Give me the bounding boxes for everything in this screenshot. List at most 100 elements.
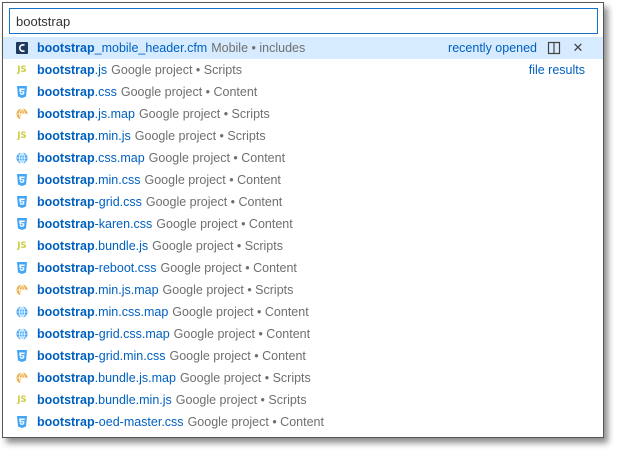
result-row[interactable]: bootstrap.css Google project • Content <box>3 81 603 103</box>
result-row[interactable]: JS bootstrap.js Google project • Scripts fi… <box>3 59 603 81</box>
match-highlight: bootstrap <box>37 41 95 55</box>
result-row[interactable]: bootstrap-oed-master.css Google project •… <box>3 411 603 433</box>
match-highlight: bootstrap <box>37 415 95 429</box>
file-name-rest: .js.map <box>94 107 135 121</box>
file-name-rest: -oed-master.css <box>94 415 184 429</box>
coldfusion-icon <box>16 42 28 54</box>
result-label: bootstrap.js.map Google project • Scripts <box>37 103 270 125</box>
result-label: bootstrap-grid.css.map Google project • C… <box>37 323 310 345</box>
result-list: bootstrap_mobile_header.cfm Mobile • incl… <box>3 37 603 433</box>
file-description: Google project • Scripts <box>111 63 242 77</box>
result-row[interactable]: JS bootstrap.min.js Google project • Scrip… <box>3 125 603 147</box>
result-row[interactable]: bootstrap.min.js.map Google project • Scr… <box>3 279 603 301</box>
file-name-rest: -grid.css.map <box>94 327 170 341</box>
result-label: bootstrap.bundle.js Google project • Scri… <box>37 235 283 257</box>
file-name-rest: -grid.css <box>94 195 142 209</box>
recently-opened-label: recently opened <box>448 41 537 55</box>
match-highlight: bootstrap <box>37 371 95 385</box>
css-icon <box>16 350 28 362</box>
css-icon <box>16 174 28 186</box>
result-row[interactable]: bootstrap-karen.css Google project • Cont… <box>3 213 603 235</box>
match-highlight: bootstrap <box>37 129 95 143</box>
js-icon: JS <box>17 65 27 75</box>
result-row[interactable]: bootstrap.bundle.js.map Google project • … <box>3 367 603 389</box>
search-input[interactable] <box>10 9 597 33</box>
css-map-icon <box>16 328 28 340</box>
result-label: bootstrap-karen.css Google project • Cont… <box>37 213 293 235</box>
file-description: Google project • Scripts <box>134 129 266 143</box>
file-name-rest: -grid.min.css <box>94 349 166 363</box>
js-map-icon <box>16 372 28 384</box>
file-name-rest: .js <box>94 63 108 77</box>
css-icon <box>16 196 28 208</box>
file-name-rest: .min.js.map <box>94 283 159 297</box>
result-row[interactable]: bootstrap_mobile_header.cfm Mobile • incl… <box>3 37 603 59</box>
result-row[interactable]: bootstrap.css.map Google project • Conten… <box>3 147 603 169</box>
css-icon <box>16 86 28 98</box>
result-label: bootstrap.min.js.map Google project • Scr… <box>37 279 293 301</box>
result-row[interactable]: bootstrap-reboot.css Google project • Con… <box>3 257 603 279</box>
result-label: bootstrap.js Google project • Scripts <box>37 59 242 81</box>
result-label: bootstrap-grid.min.css Google project • C… <box>37 345 306 367</box>
file-name-rest: .min.css <box>94 173 141 187</box>
match-highlight: bootstrap <box>37 63 95 77</box>
file-description: Google project • Content <box>120 85 258 99</box>
file-description: Google project • Content <box>160 261 297 275</box>
result-row[interactable]: bootstrap-grid.css Google project • Conte… <box>3 191 603 213</box>
match-highlight: bootstrap <box>37 393 95 407</box>
css-map-icon <box>16 306 28 318</box>
js-icon: JS <box>17 395 27 405</box>
file-name-rest: .css.map <box>94 151 145 165</box>
file-name-rest: -karen.css <box>94 217 153 231</box>
result-row[interactable]: bootstrap.min.css.map Google project • Co… <box>3 301 603 323</box>
file-description: Google project • Scripts <box>162 283 294 297</box>
search-box <box>9 8 598 34</box>
close-icon[interactable]: ✕ <box>571 40 585 55</box>
match-highlight: bootstrap <box>37 217 95 231</box>
match-highlight: bootstrap <box>37 305 95 319</box>
match-highlight: bootstrap <box>37 283 95 297</box>
match-highlight: bootstrap <box>37 239 95 253</box>
result-label: bootstrap.min.css.map Google project • Co… <box>37 301 309 323</box>
file-name-rest: .min.js <box>94 129 131 143</box>
file-description: Google project • Scripts <box>179 371 311 385</box>
result-row[interactable]: JS bootstrap.bundle.js Google project • Sc… <box>3 235 603 257</box>
result-row[interactable]: JS bootstrap.bundle.min.js Google project … <box>3 389 603 411</box>
result-label: bootstrap.bundle.js.map Google project • … <box>37 367 311 389</box>
file-description: Google project • Content <box>187 415 324 429</box>
file-description: Google project • Scripts <box>138 107 270 121</box>
file-description: Google project • Content <box>156 217 293 231</box>
js-icon: JS <box>17 241 27 251</box>
file-description: Google project • Content <box>172 305 309 319</box>
file-description: Google project • Content <box>173 327 311 341</box>
css-icon <box>16 416 28 428</box>
match-highlight: bootstrap <box>37 327 95 341</box>
css-icon <box>16 262 28 274</box>
file-name-rest: .bundle.js.map <box>94 371 176 385</box>
result-label: bootstrap-oed-master.css Google project •… <box>37 411 324 433</box>
match-highlight: bootstrap <box>37 261 95 275</box>
result-label: bootstrap.min.js Google project • Scripts <box>37 125 266 147</box>
match-highlight: bootstrap <box>37 107 95 121</box>
file-description: Google project • Content <box>144 173 281 187</box>
file-results-label: file results <box>528 63 585 77</box>
file-description: Google project • Content <box>148 151 286 165</box>
split-editor-icon[interactable] <box>547 41 561 55</box>
match-highlight: bootstrap <box>37 173 95 187</box>
result-row[interactable]: bootstrap.min.css Google project • Conten… <box>3 169 603 191</box>
result-row[interactable]: bootstrap.js.map Google project • Scripts <box>3 103 603 125</box>
result-row[interactable]: bootstrap-grid.min.css Google project • C… <box>3 345 603 367</box>
match-highlight: bootstrap <box>37 195 95 209</box>
quick-open-panel: bootstrap_mobile_header.cfmMobile • incl… <box>2 2 604 438</box>
js-map-icon <box>16 108 28 120</box>
result-label: bootstrap_mobile_header.cfm Mobile • incl… <box>37 37 305 59</box>
file-name-rest: _mobile_header.cfm <box>94 41 208 55</box>
css-icon <box>16 218 28 230</box>
match-highlight: bootstrap <box>37 151 95 165</box>
match-highlight: bootstrap <box>37 85 95 99</box>
file-description: Google project • Scripts <box>152 239 283 253</box>
file-description: Google project • Scripts <box>175 393 307 407</box>
file-name-rest: .bundle.min.js <box>94 393 172 407</box>
result-row[interactable]: bootstrap-grid.css.map Google project • C… <box>3 323 603 345</box>
result-label: bootstrap-grid.css Google project • Conte… <box>37 191 282 213</box>
